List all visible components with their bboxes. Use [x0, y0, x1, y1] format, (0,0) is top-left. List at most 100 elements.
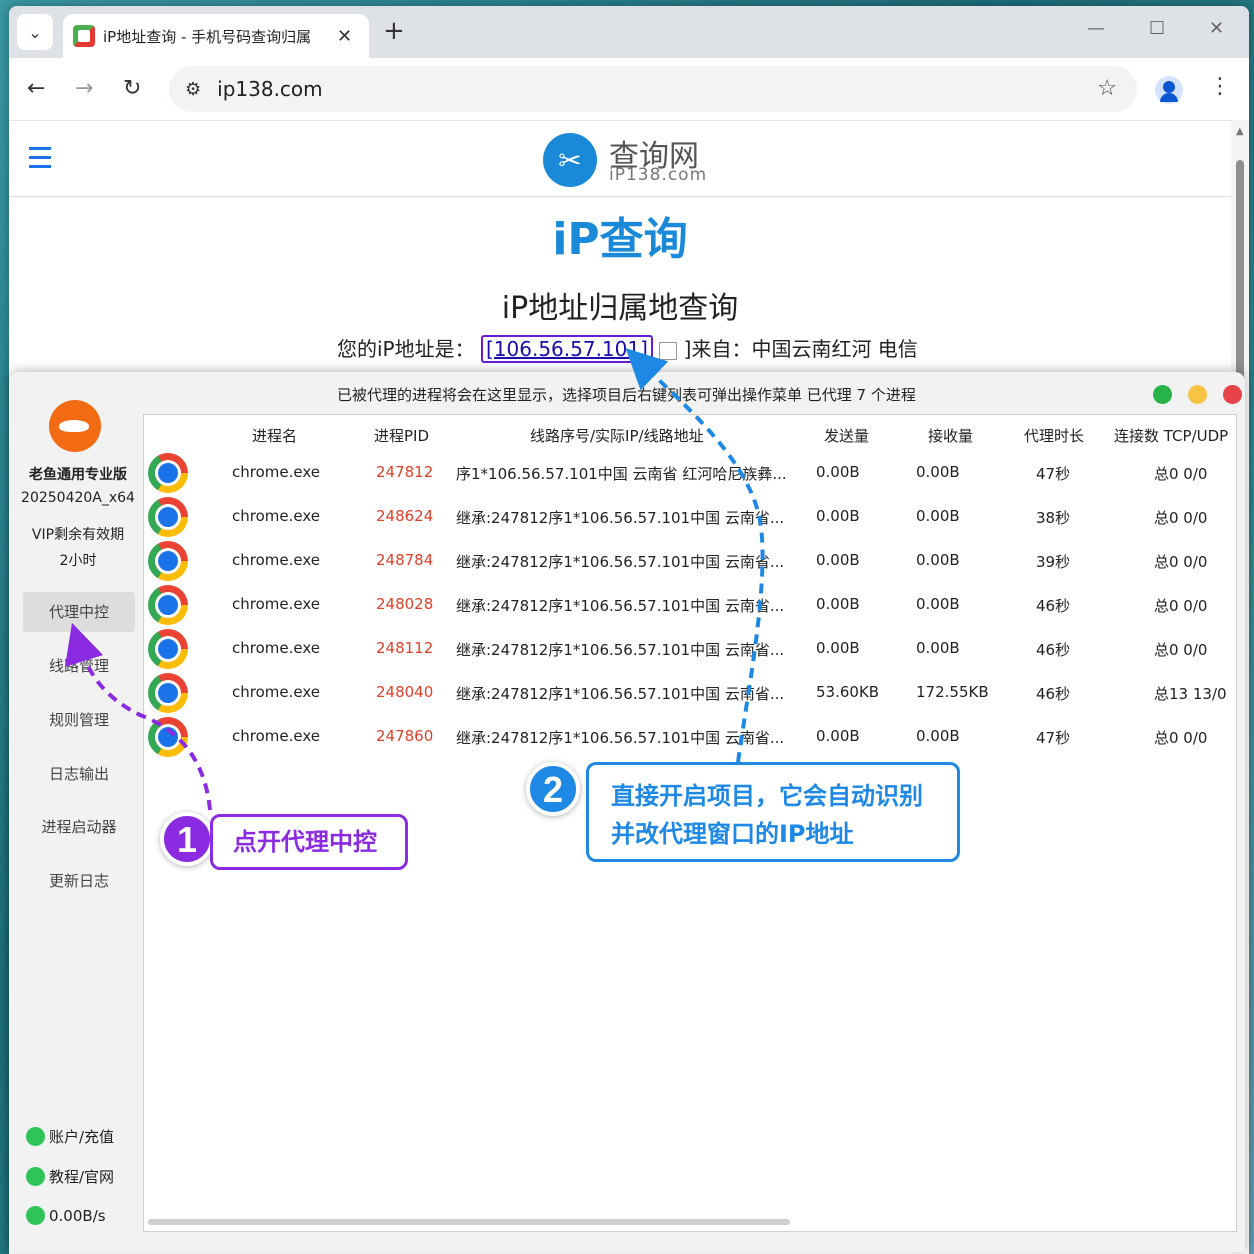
col-route[interactable]: 线路序号/实际IP/线路地址: [530, 425, 704, 446]
product-name: 老鱼通用专业版: [29, 467, 127, 483]
scroll-thumb[interactable]: [1236, 160, 1244, 380]
tab-search-button[interactable]: ⌄: [17, 14, 53, 50]
cell-pid: 248784: [376, 551, 434, 569]
status-tutorial[interactable]: 教程/官网: [26, 1166, 114, 1187]
cell-route: 继承:247812序1*106.56.57.101中国 云南省...: [456, 729, 785, 747]
cell-pid: 247860: [376, 727, 434, 745]
bookmark-star-icon[interactable]: ☆: [1097, 76, 1117, 101]
table-header: 进程名 进程PID 线路序号/实际IP/线路地址 发送量 接收量 代理时长 连接…: [144, 415, 1236, 455]
cell-duration: 39秒: [1036, 553, 1071, 571]
menu-proxy-control[interactable]: 代理中控: [23, 592, 135, 632]
status-account[interactable]: 账户/充值: [26, 1126, 114, 1147]
cell-process-name: chrome.exe: [232, 683, 320, 701]
table-row[interactable]: chrome.exe 248028 继承:247812序1*106.56.57.10…: [144, 583, 1236, 627]
cell-duration: 46秒: [1036, 685, 1071, 703]
browser-menu-icon[interactable]: ⋮: [1209, 74, 1231, 99]
col-sent[interactable]: 发送量: [824, 425, 869, 446]
new-tab-button[interactable]: +: [383, 16, 405, 46]
step1-badge: 1: [160, 812, 214, 866]
address-bar[interactable]: ⚙ ip138.com ☆: [169, 66, 1137, 112]
cell-connections: 总13 13/0: [1154, 685, 1227, 703]
forward-icon[interactable]: →: [75, 76, 93, 101]
reload-icon[interactable]: ↻: [123, 76, 141, 101]
cell-route: 继承:247812序1*106.56.57.101中国 云南省...: [456, 641, 785, 659]
step1-callout: 点开代理中控: [210, 814, 408, 870]
app-logo-icon: [49, 400, 101, 452]
menu-route-management[interactable]: 线路管理: [23, 646, 135, 686]
profile-avatar-icon[interactable]: [1155, 76, 1183, 104]
page-subtitle: iP地址归属地查询: [501, 291, 739, 326]
menu-log-output[interactable]: 日志输出: [23, 754, 135, 794]
site-logo-icon[interactable]: ✂: [543, 133, 597, 187]
menu-changelog[interactable]: 更新日志: [23, 861, 135, 901]
minimize-icon[interactable]: —: [1087, 18, 1105, 39]
status-dot-icon: [26, 1206, 45, 1225]
table-row[interactable]: chrome.exe 248112 继承:247812序1*106.56.57.10…: [144, 627, 1236, 671]
cell-duration: 47秒: [1036, 729, 1071, 747]
menu-rule-management[interactable]: 规则管理: [23, 700, 135, 740]
site-logo-domain[interactable]: iP138.com: [609, 165, 707, 185]
scroll-up-icon[interactable]: ▲: [1236, 126, 1244, 137]
cell-connections: 总0 0/0: [1154, 641, 1208, 659]
site-settings-icon[interactable]: ⚙: [185, 79, 201, 100]
cell-route: 继承:247812序1*106.56.57.101中国 云南省...: [456, 553, 785, 571]
table-row[interactable]: chrome.exe 247860 继承:247812序1*106.56.57.10…: [144, 715, 1236, 759]
col-recv[interactable]: 接收量: [928, 425, 973, 446]
back-icon[interactable]: ←: [27, 76, 45, 101]
chevron-down-icon: ⌄: [28, 22, 42, 42]
col-connections[interactable]: 连接数 TCP/UDP: [1114, 425, 1228, 446]
cell-sent: 0.00B: [816, 639, 860, 657]
cell-process-name: chrome.exe: [232, 463, 320, 481]
chrome-icon: [148, 717, 188, 757]
status-tutorial-label: 教程/官网: [49, 1168, 115, 1186]
cell-recv: 0.00B: [916, 463, 960, 481]
chrome-icon: [148, 497, 188, 537]
cell-route: 继承:247812序1*106.56.57.101中国 云南省...: [456, 685, 785, 703]
red-light-icon[interactable]: [1223, 385, 1242, 404]
chrome-icon: [148, 453, 188, 493]
cell-recv: 0.00B: [916, 507, 960, 525]
url-text[interactable]: ip138.com: [217, 77, 323, 101]
cell-process-name: chrome.exe: [232, 595, 320, 613]
cell-connections: 总0 0/0: [1154, 597, 1208, 615]
hamburger-menu-icon[interactable]: [29, 147, 51, 169]
horizontal-scrollbar[interactable]: [148, 1219, 790, 1225]
cell-sent: 0.00B: [816, 551, 860, 569]
cell-sent: 0.00B: [816, 463, 860, 481]
cell-sent: 0.00B: [816, 727, 860, 745]
col-duration[interactable]: 代理时长: [1024, 425, 1084, 446]
cell-connections: 总0 0/0: [1154, 729, 1208, 747]
cell-recv: 0.00B: [916, 639, 960, 657]
yellow-light-icon[interactable]: [1188, 385, 1207, 404]
green-light-icon[interactable]: [1153, 385, 1172, 404]
table-row[interactable]: chrome.exe 248624 继承:247812序1*106.56.57.10…: [144, 495, 1236, 539]
table-row[interactable]: chrome.exe 248784 继承:247812序1*106.56.57.10…: [144, 539, 1236, 583]
cell-pid: 247812: [376, 463, 434, 481]
close-tab-icon[interactable]: ✕: [337, 26, 352, 47]
browser-toolbar: ← → ↻ ⚙ ip138.com ☆ ⋮: [9, 58, 1249, 120]
cell-route: 继承:247812序1*106.56.57.101中国 云南省...: [456, 509, 785, 527]
cell-route: 继承:247812序1*106.56.57.101中国 云南省...: [456, 597, 785, 615]
cell-recv: 0.00B: [916, 551, 960, 569]
status-speed: 0.00B/s: [26, 1206, 106, 1225]
col-process-name[interactable]: 进程名: [252, 425, 297, 446]
broken-image-icon: [659, 341, 678, 360]
menu-process-launcher[interactable]: 进程启动器: [23, 807, 135, 847]
maximize-icon[interactable]: ☐: [1149, 18, 1165, 39]
step2-badge: 2: [526, 762, 580, 816]
col-pid[interactable]: 进程PID: [374, 425, 429, 446]
close-window-icon[interactable]: ✕: [1209, 18, 1224, 39]
cell-process-name: chrome.exe: [232, 507, 320, 525]
step2-line1: 直接开启项目，它会自动识别: [611, 782, 923, 810]
chrome-icon: [148, 585, 188, 625]
cell-connections: 总0 0/0: [1154, 553, 1208, 571]
table-row[interactable]: chrome.exe 247812 序1*106.56.57.101中国 云南省 红…: [144, 451, 1236, 495]
cell-recv: 0.00B: [916, 727, 960, 745]
cell-sent: 53.60KB: [816, 683, 880, 701]
browser-tab[interactable]: iP地址查询 - 手机号码查询归属 ✕: [63, 14, 369, 58]
table-row[interactable]: chrome.exe 248040 继承:247812序1*106.56.57.10…: [144, 671, 1236, 715]
cell-connections: 总0 0/0: [1154, 509, 1208, 527]
cell-process-name: chrome.exe: [232, 551, 320, 569]
chrome-icon: [148, 673, 188, 713]
ip-address-link[interactable]: [106.56.57.101]: [480, 335, 653, 363]
